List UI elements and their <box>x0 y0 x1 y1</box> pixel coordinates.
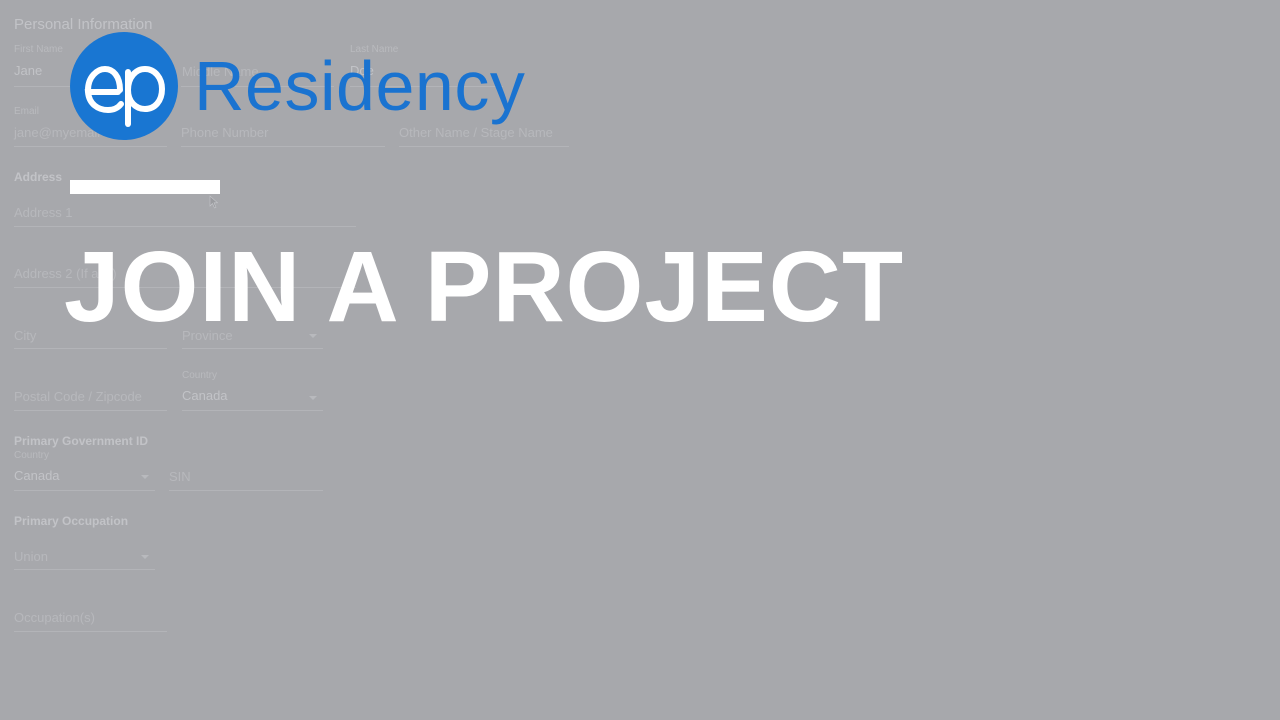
ep-logo-mark <box>84 65 166 127</box>
address1-underline <box>14 226 356 227</box>
occupation-title: Primary Occupation <box>14 514 129 528</box>
union-select[interactable]: Union <box>14 549 48 564</box>
ep-logo-icon <box>70 32 178 140</box>
country-label: Country <box>182 370 218 381</box>
headline-title: JOIN A PROJECT <box>64 231 905 343</box>
first-name-label: First Name <box>14 44 63 55</box>
other-name-field[interactable]: Other Name / Stage Name <box>399 125 553 140</box>
email-label: Email <box>14 106 40 117</box>
first-name-field[interactable]: Jane <box>14 63 42 78</box>
province-underline <box>182 348 323 349</box>
gov-country-chevron-down-icon <box>141 475 149 479</box>
personal-info-title: Personal Information <box>14 16 153 33</box>
other-name-underline <box>399 146 569 147</box>
country-chevron-down-icon <box>309 396 317 400</box>
email-underline <box>14 146 167 147</box>
sin-underline <box>169 490 323 491</box>
accent-bar <box>70 180 220 194</box>
video-frame: Personal Information First Name Jane Mid… <box>0 0 1280 720</box>
occupations-field[interactable]: Occupation(s) <box>14 610 95 625</box>
postal-code-underline <box>14 410 167 411</box>
gov-country-select[interactable]: Canada <box>14 468 60 483</box>
address-title: Address <box>14 170 63 184</box>
city-field[interactable]: City <box>14 328 36 343</box>
phone-field[interactable]: Phone Number <box>181 125 268 140</box>
union-underline <box>14 569 155 570</box>
country-select[interactable]: Canada <box>182 388 228 403</box>
sin-field[interactable]: SIN <box>169 469 191 484</box>
postal-code-field[interactable]: Postal Code / Zipcode <box>14 389 142 404</box>
address1-field[interactable]: Address 1 <box>14 205 73 220</box>
gov-country-underline <box>14 490 155 491</box>
gov-id-title: Primary Government ID <box>14 434 149 448</box>
country-underline <box>182 410 323 411</box>
registration-form: Personal Information First Name Jane Mid… <box>0 0 1280 720</box>
mouse-cursor-icon <box>209 195 219 209</box>
gov-country-label: Country <box>14 450 50 461</box>
city-underline <box>14 348 167 349</box>
residency-wordmark: Residency <box>194 47 526 125</box>
phone-underline <box>181 146 385 147</box>
occupations-underline <box>14 631 167 632</box>
union-chevron-down-icon <box>141 555 149 559</box>
